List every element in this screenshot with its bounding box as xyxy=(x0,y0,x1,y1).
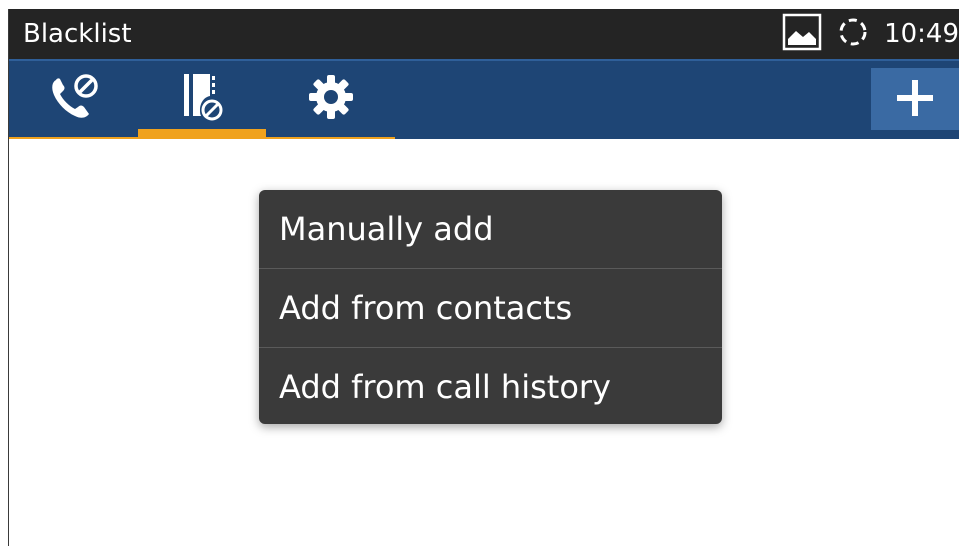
menu-item-manually-add[interactable]: Manually add xyxy=(259,190,722,268)
menu-item-add-from-call-history[interactable]: Add from call history xyxy=(259,348,722,424)
tab-settings[interactable] xyxy=(266,61,395,137)
app-title: Blacklist xyxy=(23,19,132,49)
menu-item-add-from-contacts[interactable]: Add from contacts xyxy=(259,269,722,347)
gear-icon xyxy=(305,71,357,127)
image-icon xyxy=(782,13,822,55)
add-options-menu: Manually add Add from contacts Add from … xyxy=(259,190,722,424)
call-blocked-icon xyxy=(46,72,102,126)
sync-icon xyxy=(836,15,870,53)
selected-tab-indicator xyxy=(138,129,266,137)
plus-icon xyxy=(895,78,935,121)
clock: 10:49 xyxy=(884,19,959,49)
tab-bar xyxy=(9,59,959,141)
tab-blocked-calls[interactable] xyxy=(9,61,138,137)
tab-blacklist[interactable] xyxy=(138,61,266,137)
add-button[interactable] xyxy=(871,68,959,130)
blacklist-book-icon xyxy=(174,70,230,128)
status-indicators: 10:49 xyxy=(782,9,959,59)
status-bar: Blacklist 10:49 xyxy=(9,9,959,59)
